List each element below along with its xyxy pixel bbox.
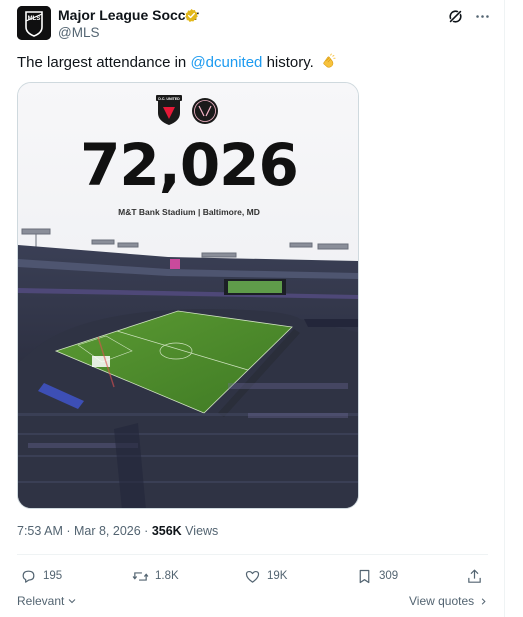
repost-count: 1.8K [155, 570, 179, 582]
tweet-text-after: history. [262, 54, 314, 71]
reply-icon [22, 570, 35, 583]
sort-label: Relevant [17, 594, 65, 608]
views-label: Views [181, 524, 219, 538]
tweet-meta: 7:53 AM · Mar 8, 2026 · 356K Views [17, 524, 218, 538]
more-options-icon[interactable] [474, 8, 491, 25]
tweet-post: MLS Major League Soccer @MLS The largest… [0, 0, 505, 617]
share-button[interactable] [466, 567, 483, 585]
heart-icon [245, 570, 260, 583]
like-count: 19K [267, 570, 288, 582]
media-image[interactable]: D.C. UNITED 72,026 M&T Bank Stadium | Ba… [17, 82, 359, 509]
avatar[interactable]: MLS [17, 6, 51, 40]
author-handle[interactable]: @MLS [58, 25, 99, 40]
grok-icon[interactable] [447, 8, 464, 25]
bookmark-icon [359, 569, 370, 583]
avatar-text: MLS [28, 16, 41, 22]
tweet-date[interactable]: Mar 8, 2026 [74, 524, 141, 538]
attendance-number: 72,026 [80, 131, 299, 199]
inter-miami-logo-icon [192, 98, 218, 124]
reply-count: 195 [43, 570, 63, 582]
author-name[interactable]: Major League Soccer [58, 7, 199, 23]
chevron-right-icon [481, 597, 486, 605]
tweet-text-before: The largest attendance in [17, 54, 191, 71]
views-count: 356K [151, 524, 182, 538]
view-quotes-link[interactable]: View quotes [409, 594, 489, 608]
mention-link[interactable]: @dcunited [190, 54, 262, 71]
mls-logo-icon: MLS [17, 6, 51, 40]
tweet-text: The largest attendance in @dcunited hist… [17, 53, 337, 71]
sort-relevant-dropdown[interactable]: Relevant [17, 594, 78, 608]
chevron-down-icon [69, 599, 76, 604]
bookmark-button[interactable]: 309 [356, 567, 398, 585]
repost-icon [132, 571, 149, 581]
repost-button[interactable]: 1.8K [132, 567, 179, 585]
meta-separator: · [140, 524, 152, 538]
clapping-hands-icon [323, 53, 336, 68]
view-quotes-label: View quotes [409, 594, 475, 608]
bookmark-count: 309 [379, 570, 399, 582]
divider [17, 554, 488, 555]
venue-label: M&T Bank Stadium | Baltimore, MD [118, 207, 260, 217]
reply-button[interactable]: 195 [20, 567, 62, 585]
like-button[interactable]: 19K [244, 567, 287, 585]
tweet-time[interactable]: 7:53 AM [17, 524, 63, 538]
team-logo-left-text: D.C. UNITED [158, 97, 180, 101]
meta-separator: · [62, 524, 74, 538]
verified-badge-icon[interactable] [184, 8, 199, 23]
share-icon [468, 569, 481, 583]
